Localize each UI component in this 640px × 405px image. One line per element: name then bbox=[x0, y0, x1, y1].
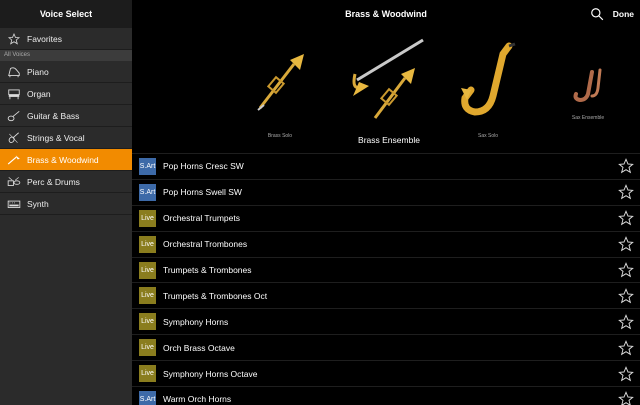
list-item[interactable]: S.Art Pop Horns Cresc SW bbox=[132, 153, 640, 179]
sidebar-item-label: Favorites bbox=[27, 33, 62, 44]
sidebar-item-label: Guitar & Bass bbox=[27, 110, 80, 121]
carousel-item-sax-ensemble[interactable]: Sax Ensemble bbox=[568, 68, 608, 121]
list-item[interactable]: Live Symphony Horns Octave bbox=[132, 360, 640, 386]
sidebar-item-label: Synth bbox=[27, 198, 49, 209]
top-bar: Brass & Woodwind Done bbox=[132, 0, 640, 28]
sidebar-item-perc-drums[interactable]: Perc & Drums bbox=[0, 171, 132, 193]
carousel-item-brass-solo[interactable]: Brass Solo bbox=[250, 50, 310, 139]
list-item[interactable]: S.Art Pop Horns Swell SW bbox=[132, 178, 640, 205]
sidebar-item-piano[interactable]: Piano bbox=[0, 61, 132, 83]
sidebar-item-label: Strings & Vocal bbox=[27, 132, 85, 143]
guitar-icon bbox=[6, 110, 21, 122]
voice-type-badge: Live bbox=[139, 287, 156, 305]
violin-icon bbox=[6, 131, 21, 144]
list-item[interactable]: Live Trumpets & Trombones Oct bbox=[132, 282, 640, 308]
favorite-star-icon[interactable] bbox=[618, 313, 634, 330]
sidebar-item-label: Piano bbox=[27, 66, 49, 77]
favorite-star-icon[interactable] bbox=[618, 365, 634, 382]
carousel-caption: Brass Ensemble bbox=[358, 135, 420, 145]
sidebar-item-label: Perc & Drums bbox=[27, 176, 80, 187]
category-carousel[interactable]: Brass Solo Brass Ensemble Sax Solo Sax E… bbox=[132, 28, 640, 153]
voice-name: Trumpets & Trombones bbox=[163, 265, 252, 275]
sidebar-item-favorites[interactable]: Favorites bbox=[0, 28, 132, 50]
list-item[interactable]: Live Orch Brass Octave bbox=[132, 334, 640, 360]
voice-name: Pop Horns Swell SW bbox=[163, 187, 242, 198]
star-icon bbox=[6, 32, 21, 45]
synth-icon bbox=[6, 198, 21, 210]
carousel-item-brass-ensemble[interactable]: Brass Ensemble bbox=[344, 34, 434, 145]
favorite-star-icon[interactable] bbox=[618, 236, 634, 252]
voice-type-badge: S.Art bbox=[139, 183, 156, 201]
favorite-star-icon[interactable] bbox=[618, 288, 634, 304]
carousel-caption: Sax Ensemble bbox=[571, 115, 605, 121]
voice-type-badge: Live bbox=[139, 261, 156, 279]
sidebar: Voice Select Favorites All Voices Piano … bbox=[0, 0, 132, 405]
favorite-star-icon[interactable] bbox=[618, 262, 634, 278]
favorite-star-icon[interactable] bbox=[618, 184, 634, 200]
organ-icon bbox=[6, 88, 21, 100]
voice-type-badge: Live bbox=[139, 209, 156, 227]
search-icon[interactable] bbox=[590, 7, 604, 21]
favorite-star-icon[interactable] bbox=[618, 339, 634, 356]
favorite-star-icon[interactable] bbox=[618, 158, 634, 174]
voice-type-badge: Live bbox=[139, 339, 156, 357]
done-button[interactable]: Done bbox=[613, 9, 634, 19]
voice-type-badge: S.Art bbox=[139, 390, 156, 405]
sidebar-item-synth[interactable]: Synth bbox=[0, 193, 132, 215]
drums-icon bbox=[6, 176, 21, 188]
list-item[interactable]: Live Orchestral Trombones bbox=[132, 230, 640, 257]
list-item[interactable]: Live Symphony Horns bbox=[132, 308, 640, 334]
main-panel: Brass & Woodwind Done Brass Solo Brass E… bbox=[132, 0, 640, 405]
voice-name: Orchestral Trombones bbox=[163, 239, 248, 250]
sidebar-item-label: Organ bbox=[27, 88, 51, 99]
carousel-caption: Brass Solo bbox=[267, 133, 293, 139]
voice-name: Warm Orch Horns bbox=[163, 394, 232, 405]
sax-ensemble-image bbox=[573, 68, 602, 103]
voice-name: Trumpets & Trombones Oct bbox=[163, 290, 268, 301]
voice-name: Orch Brass Octave bbox=[163, 342, 235, 353]
voice-type-badge: S.Art bbox=[139, 157, 156, 175]
voice-list: S.Art Pop Horns Cresc SW S.Art Pop Horns… bbox=[132, 153, 640, 405]
list-item[interactable]: S.Art Warm Orch Horns bbox=[132, 386, 640, 405]
sidebar-item-strings-vocal[interactable]: Strings & Vocal bbox=[0, 127, 132, 149]
voice-type-badge: Live bbox=[139, 365, 156, 383]
page-title: Brass & Woodwind bbox=[345, 9, 427, 19]
trumpet-icon bbox=[6, 154, 21, 166]
voice-type-badge: Live bbox=[139, 235, 156, 253]
voice-type-badge: Live bbox=[139, 313, 156, 331]
sidebar-item-brass-woodwind[interactable]: Brass & Woodwind bbox=[0, 149, 132, 171]
sidebar-item-label: Brass & Woodwind bbox=[27, 154, 99, 165]
trumpet-image bbox=[257, 54, 304, 111]
list-item[interactable]: Live Trumpets & Trombones bbox=[132, 256, 640, 283]
favorite-star-icon[interactable] bbox=[618, 210, 634, 226]
voice-name: Orchestral Trumpets bbox=[163, 213, 240, 224]
voice-name: Symphony Horns Octave bbox=[163, 368, 258, 379]
saxophone-image bbox=[461, 42, 516, 116]
sidebar-item-guitar-bass[interactable]: Guitar & Bass bbox=[0, 105, 132, 127]
section-label: All Voices bbox=[0, 50, 132, 61]
piano-icon bbox=[6, 66, 21, 78]
voice-name: Symphony Horns bbox=[163, 316, 229, 327]
carousel-item-sax-solo[interactable]: Sax Solo bbox=[456, 42, 520, 139]
carousel-caption: Sax Solo bbox=[477, 133, 498, 139]
brass-ensemble-image bbox=[352, 38, 424, 119]
favorite-star-icon[interactable] bbox=[618, 391, 634, 405]
sidebar-item-organ[interactable]: Organ bbox=[0, 83, 132, 105]
voice-name: Pop Horns Cresc SW bbox=[163, 161, 244, 172]
list-item[interactable]: Live Orchestral Trumpets bbox=[132, 204, 640, 231]
sidebar-title: Voice Select bbox=[0, 0, 132, 28]
